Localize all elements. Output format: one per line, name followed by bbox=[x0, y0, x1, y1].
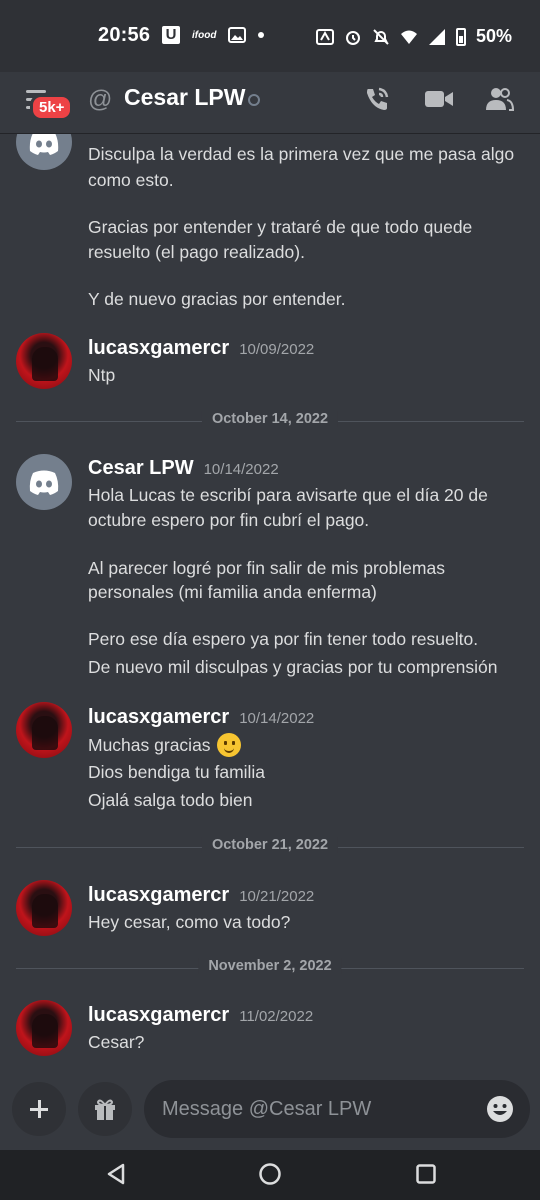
call-icon[interactable] bbox=[362, 84, 392, 114]
date-divider-label: November 2, 2022 bbox=[198, 958, 342, 974]
message-author[interactable]: lucasxgamercr 10/14/2022 bbox=[88, 706, 314, 729]
message-timestamp: 10/14/2022 bbox=[203, 461, 279, 478]
message-line: Disculpa la verdad es la primera vez que… bbox=[88, 144, 515, 164]
image-icon bbox=[228, 27, 247, 43]
message-line: Dios bendiga tu familia bbox=[88, 762, 266, 782]
add-attachment-button[interactable] bbox=[12, 1082, 66, 1136]
recents-icon[interactable] bbox=[414, 1162, 438, 1186]
message-line: Hola Lucas te escribí para avisarte que … bbox=[88, 485, 488, 505]
unread-badge: 5k+ bbox=[30, 94, 74, 121]
system-nav-bar bbox=[0, 1150, 540, 1200]
message-author[interactable]: Cesar LPW 10/14/2022 bbox=[88, 457, 279, 480]
channel-title[interactable]: Cesar LPW bbox=[124, 84, 245, 111]
date-divider-label: October 14, 2022 bbox=[201, 411, 339, 427]
message-timestamp: 10/09/2022 bbox=[239, 341, 315, 358]
battery-percent: 50% bbox=[475, 26, 512, 46]
avatar[interactable] bbox=[16, 1000, 72, 1056]
slightly-smiling-emoji-icon bbox=[216, 733, 241, 757]
u-app-icon: U bbox=[162, 26, 180, 44]
home-icon[interactable] bbox=[258, 1162, 282, 1186]
message-input[interactable] bbox=[144, 1080, 530, 1138]
status-time: 20:56 bbox=[98, 24, 151, 46]
avatar[interactable] bbox=[16, 454, 72, 510]
message-line: Hey cesar, como va todo? bbox=[88, 912, 291, 932]
message-timestamp: 10/14/2022 bbox=[239, 710, 315, 727]
avatar[interactable] bbox=[16, 702, 72, 758]
status-offline-icon bbox=[248, 94, 260, 106]
message-timestamp: 11/02/2022 bbox=[239, 1008, 314, 1025]
message-composer bbox=[0, 1070, 540, 1150]
date-divider-label: October 21, 2022 bbox=[201, 837, 339, 853]
notification-dot-icon bbox=[258, 32, 265, 38]
message-author[interactable]: lucasxgamercr 10/21/2022 bbox=[88, 884, 314, 907]
mute-bell-icon bbox=[373, 28, 389, 45]
wifi-icon bbox=[400, 30, 417, 44]
message-line: octubre espero por fin cubrí el pago. bbox=[88, 510, 370, 530]
message-line: Muchas gracias bbox=[88, 733, 241, 757]
gift-icon bbox=[95, 1099, 115, 1120]
discord-logo-icon bbox=[29, 470, 59, 495]
message-line: Cesar? bbox=[88, 1032, 145, 1052]
message-line: como esto. bbox=[88, 170, 174, 190]
message-line: Al parecer logré por fin salir de mis pr… bbox=[88, 558, 445, 578]
message-line: Ojalá salga todo bien bbox=[88, 790, 253, 810]
message-line: personales (mi familia anda enferma) bbox=[88, 582, 377, 602]
auto-icon bbox=[315, 28, 334, 45]
gift-button[interactable] bbox=[78, 1082, 132, 1136]
avatar[interactable] bbox=[16, 333, 72, 389]
date-divider: October 21, 2022 bbox=[16, 837, 524, 857]
message-line: De nuevo mil disculpas y gracias por tu … bbox=[88, 657, 498, 677]
message-line: resuelto (el pago realizado). bbox=[88, 242, 305, 262]
channel-header: 5k+ @ Cesar LPW bbox=[0, 72, 540, 134]
avatar[interactable] bbox=[16, 134, 72, 170]
signal-icon bbox=[428, 28, 445, 45]
message-list[interactable]: Disculpa la verdad es la primera vez que… bbox=[0, 134, 540, 1070]
status-bar: 20:56 U ifood 50% bbox=[0, 0, 540, 72]
date-divider: October 14, 2022 bbox=[16, 411, 524, 431]
video-icon[interactable] bbox=[424, 86, 454, 112]
alarm-icon bbox=[345, 30, 360, 45]
message-author[interactable]: lucasxgamercr 11/02/2022 bbox=[88, 1004, 313, 1027]
back-icon[interactable] bbox=[104, 1162, 128, 1186]
emoji-icon[interactable] bbox=[486, 1095, 514, 1123]
message-author[interactable]: lucasxgamercr 10/09/2022 bbox=[88, 337, 314, 360]
message-timestamp: 10/21/2022 bbox=[239, 888, 315, 905]
message-line: Pero ese día espero ya por fin tener tod… bbox=[88, 629, 479, 649]
members-icon[interactable] bbox=[484, 84, 514, 114]
at-icon: @ bbox=[88, 86, 113, 113]
battery-icon bbox=[455, 27, 466, 46]
plus-icon bbox=[30, 1100, 48, 1118]
avatar[interactable] bbox=[16, 880, 72, 936]
ifood-icon: ifood bbox=[192, 29, 217, 41]
message-line: Ntp bbox=[88, 365, 116, 385]
discord-logo-icon bbox=[29, 134, 59, 155]
message-line: Gracias por entender y trataré de que to… bbox=[88, 217, 473, 237]
message-line: Y de nuevo gracias por entender. bbox=[88, 289, 346, 309]
date-divider: November 2, 2022 bbox=[16, 958, 524, 978]
